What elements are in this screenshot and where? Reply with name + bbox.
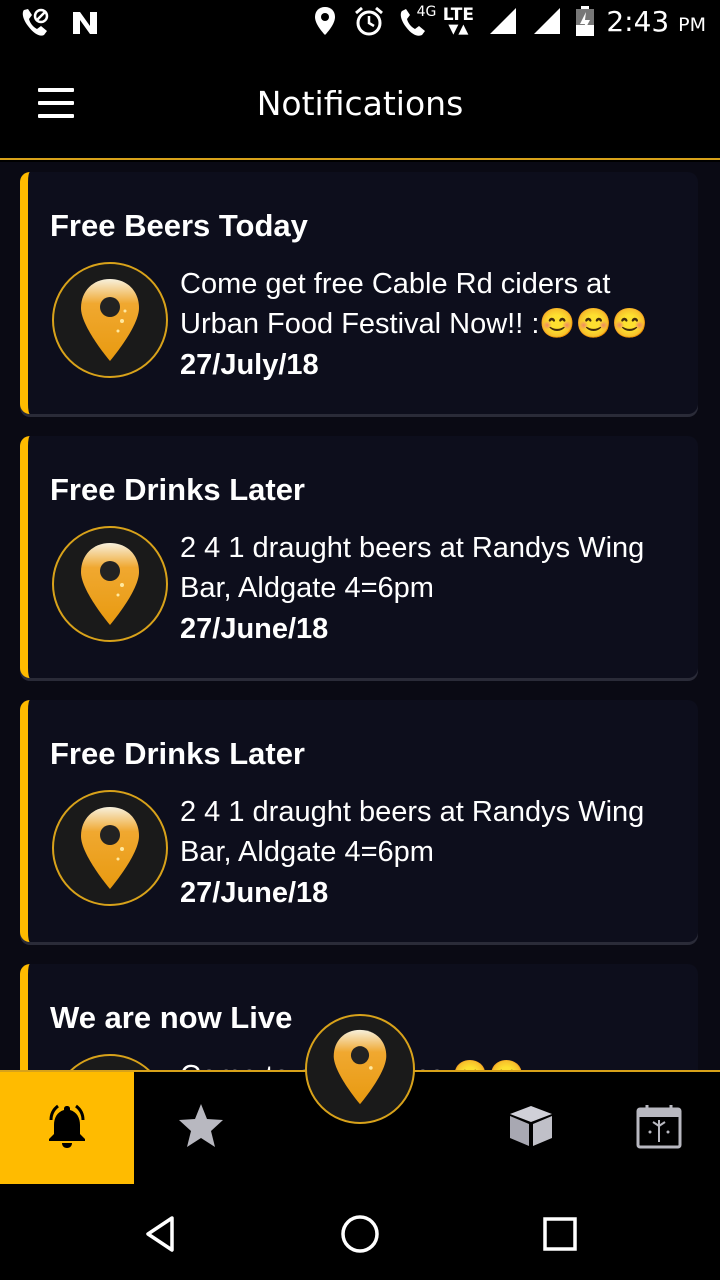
notification-message: 2 4 1 draught beers at Randys Wing Bar, … bbox=[180, 796, 645, 868]
notification-title: We are now Live bbox=[50, 1000, 293, 1035]
wifi-calling-icon bbox=[18, 6, 52, 40]
nfc-icon bbox=[68, 6, 102, 40]
notification-card[interactable]: Free Drinks Later 2 4 1 draught beers at… bbox=[20, 700, 698, 942]
notification-body: Come to start Snaps 😊😊 bbox=[180, 1056, 690, 1070]
star-icon bbox=[176, 1101, 226, 1155]
beer-pin-nav-button[interactable] bbox=[305, 1014, 415, 1124]
notification-message: Come get free Cable Rd ciders at Urban F… bbox=[180, 268, 648, 340]
signal-icon bbox=[486, 4, 520, 38]
nav-favorites[interactable] bbox=[134, 1072, 268, 1184]
lte-label: LTE ▼▲ bbox=[442, 5, 474, 37]
network-sub-label: 4G bbox=[416, 4, 437, 20]
notification-card[interactable]: Free Drinks Later 2 4 1 draught beers at… bbox=[20, 436, 698, 678]
recents-icon[interactable] bbox=[538, 1212, 582, 1256]
notification-date: 27/June/18 bbox=[180, 613, 329, 645]
beer-pin-logo-icon bbox=[52, 262, 168, 378]
status-bar: 4G LTE ▼▲ 2:43 PM bbox=[0, 0, 720, 48]
notification-body: 2 4 1 draught beers at Randys Wing Bar, … bbox=[180, 792, 690, 913]
box-icon bbox=[508, 1104, 554, 1152]
notification-body: 2 4 1 draught beers at Randys Wing Bar, … bbox=[180, 528, 690, 649]
app-bar: Notifications bbox=[0, 48, 720, 160]
notification-date: 27/July/18 bbox=[180, 349, 319, 381]
notification-title: Free Drinks Later bbox=[50, 736, 305, 771]
notification-card[interactable]: Free Beers Today Come get free Cable Rd … bbox=[20, 172, 698, 414]
page-title: Notifications bbox=[256, 84, 464, 123]
notification-body: Come get free Cable Rd ciders at Urban F… bbox=[180, 264, 690, 385]
alarm-icon bbox=[352, 4, 386, 38]
volte-icon: 4G bbox=[396, 4, 436, 38]
notification-list[interactable]: Free Beers Today Come get free Cable Rd … bbox=[0, 162, 720, 1070]
clock: 2:43 PM bbox=[606, 4, 706, 38]
notification-title: Free Drinks Later bbox=[50, 472, 305, 507]
nav-offers[interactable] bbox=[464, 1072, 598, 1184]
location-icon bbox=[308, 4, 342, 38]
nav-notifications[interactable] bbox=[0, 1072, 134, 1184]
beer-pin-logo-icon bbox=[52, 1054, 168, 1070]
home-icon[interactable] bbox=[338, 1212, 382, 1256]
beer-pin-icon bbox=[331, 1027, 389, 1111]
calendar-icon bbox=[635, 1102, 683, 1154]
signal-icon bbox=[530, 4, 564, 38]
bell-icon bbox=[43, 1102, 91, 1154]
notification-date: 27/June/18 bbox=[180, 877, 329, 909]
nav-events[interactable] bbox=[598, 1072, 720, 1184]
notification-message: 2 4 1 draught beers at Randys Wing Bar, … bbox=[180, 532, 645, 604]
battery-charging-icon bbox=[574, 4, 596, 38]
beer-pin-logo-icon bbox=[52, 790, 168, 906]
back-icon[interactable] bbox=[138, 1212, 182, 1256]
beer-pin-logo-icon bbox=[52, 526, 168, 642]
system-navigation-bar bbox=[0, 1184, 720, 1280]
notification-title: Free Beers Today bbox=[50, 208, 308, 243]
